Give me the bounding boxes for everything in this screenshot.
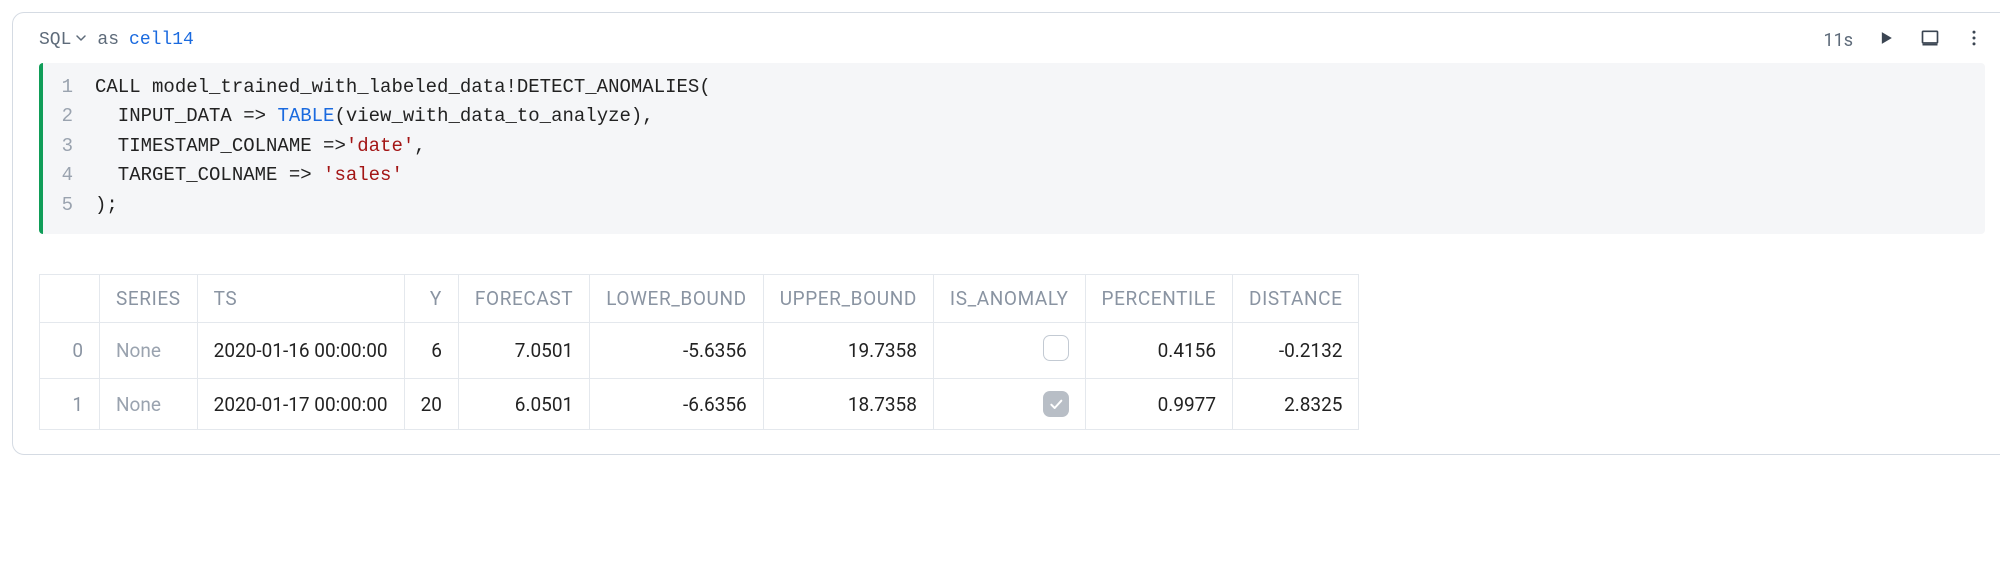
cell-header-left: SQL as cell14 xyxy=(39,30,194,50)
column-header-anomaly[interactable]: IS_ANOMALY xyxy=(933,275,1085,323)
code-text: ); xyxy=(95,191,118,220)
results-panel: SERIES TS Y FORECAST LOWER_BOUND UPPER_B… xyxy=(39,274,1985,430)
code-line: 5); xyxy=(53,191,1971,220)
elapsed-time: 11s xyxy=(1823,30,1853,51)
notebook-cell: SQL as cell14 11s xyxy=(12,12,2000,455)
line-number: 3 xyxy=(53,132,95,161)
code-text: TARGET_COLNAME => 'sales' xyxy=(95,161,403,190)
layout-button[interactable] xyxy=(1919,29,1941,51)
results-table: SERIES TS Y FORECAST LOWER_BOUND UPPER_B… xyxy=(39,274,1359,430)
cell-is-anomaly xyxy=(933,323,1085,379)
cell-forecast: 7.0501 xyxy=(458,323,589,379)
cell-distance: -0.2132 xyxy=(1233,323,1359,379)
cell-distance: 2.8325 xyxy=(1233,379,1359,430)
line-number: 2 xyxy=(53,102,95,131)
language-label: SQL xyxy=(39,30,71,50)
cell-header-right: 11s xyxy=(1823,29,1985,51)
code-line: 4 TARGET_COLNAME => 'sales' xyxy=(53,161,1971,190)
column-header-upper[interactable]: UPPER_BOUND xyxy=(763,275,933,323)
kebab-icon xyxy=(1964,28,1984,53)
cell-lower: -6.6356 xyxy=(590,379,764,430)
cell-upper: 18.7358 xyxy=(763,379,933,430)
panel-bottom-icon xyxy=(1920,28,1940,53)
cell-y: 6 xyxy=(404,323,458,379)
cell-ts: 2020-01-16 00:00:00 xyxy=(197,323,404,379)
as-label: as xyxy=(97,30,119,50)
checkbox-checked-icon[interactable] xyxy=(1043,391,1069,417)
cell-series: None xyxy=(100,379,198,430)
cell-index: 0 xyxy=(40,323,100,379)
column-header-series[interactable]: SERIES xyxy=(100,275,198,323)
column-header-index[interactable] xyxy=(40,275,100,323)
column-header-lower[interactable]: LOWER_BOUND xyxy=(590,275,764,323)
code-text: INPUT_DATA => TABLE(view_with_data_to_an… xyxy=(95,102,654,131)
chevron-down-icon xyxy=(75,30,87,50)
code-line: 1CALL model_trained_with_labeled_data!DE… xyxy=(53,73,1971,102)
cell-percentile: 0.4156 xyxy=(1085,323,1232,379)
column-header-percentile[interactable]: PERCENTILE xyxy=(1085,275,1232,323)
code-editor[interactable]: 1CALL model_trained_with_labeled_data!DE… xyxy=(39,63,1985,234)
code-line: 2 INPUT_DATA => TABLE(view_with_data_to_… xyxy=(53,102,1971,131)
table-row[interactable]: 1None2020-01-17 00:00:00206.0501-6.63561… xyxy=(40,379,1359,430)
column-header-distance[interactable]: DISTANCE xyxy=(1233,275,1359,323)
cell-header: SQL as cell14 11s xyxy=(39,29,1985,51)
play-icon xyxy=(1876,28,1896,53)
code-text: CALL model_trained_with_labeled_data!DET… xyxy=(95,73,711,102)
cell-upper: 19.7358 xyxy=(763,323,933,379)
line-number: 5 xyxy=(53,191,95,220)
cell-ts: 2020-01-17 00:00:00 xyxy=(197,379,404,430)
line-number: 1 xyxy=(53,73,95,102)
run-button[interactable] xyxy=(1875,29,1897,51)
cell-name[interactable]: cell14 xyxy=(129,30,194,50)
cell-lower: -5.6356 xyxy=(590,323,764,379)
code-text: TIMESTAMP_COLNAME =>'date', xyxy=(95,132,426,161)
checkbox-unchecked-icon[interactable] xyxy=(1043,335,1069,361)
table-row[interactable]: 0None2020-01-16 00:00:0067.0501-5.635619… xyxy=(40,323,1359,379)
cell-series: None xyxy=(100,323,198,379)
column-header-y[interactable]: Y xyxy=(404,275,458,323)
cell-percentile: 0.9977 xyxy=(1085,379,1232,430)
cell-is-anomaly xyxy=(933,379,1085,430)
column-header-forecast[interactable]: FORECAST xyxy=(458,275,589,323)
more-button[interactable] xyxy=(1963,29,1985,51)
language-select[interactable]: SQL xyxy=(39,30,87,50)
cell-y: 20 xyxy=(404,379,458,430)
line-number: 4 xyxy=(53,161,95,190)
column-header-ts[interactable]: TS xyxy=(197,275,404,323)
cell-index: 1 xyxy=(40,379,100,430)
code-line: 3 TIMESTAMP_COLNAME =>'date', xyxy=(53,132,1971,161)
cell-forecast: 6.0501 xyxy=(458,379,589,430)
